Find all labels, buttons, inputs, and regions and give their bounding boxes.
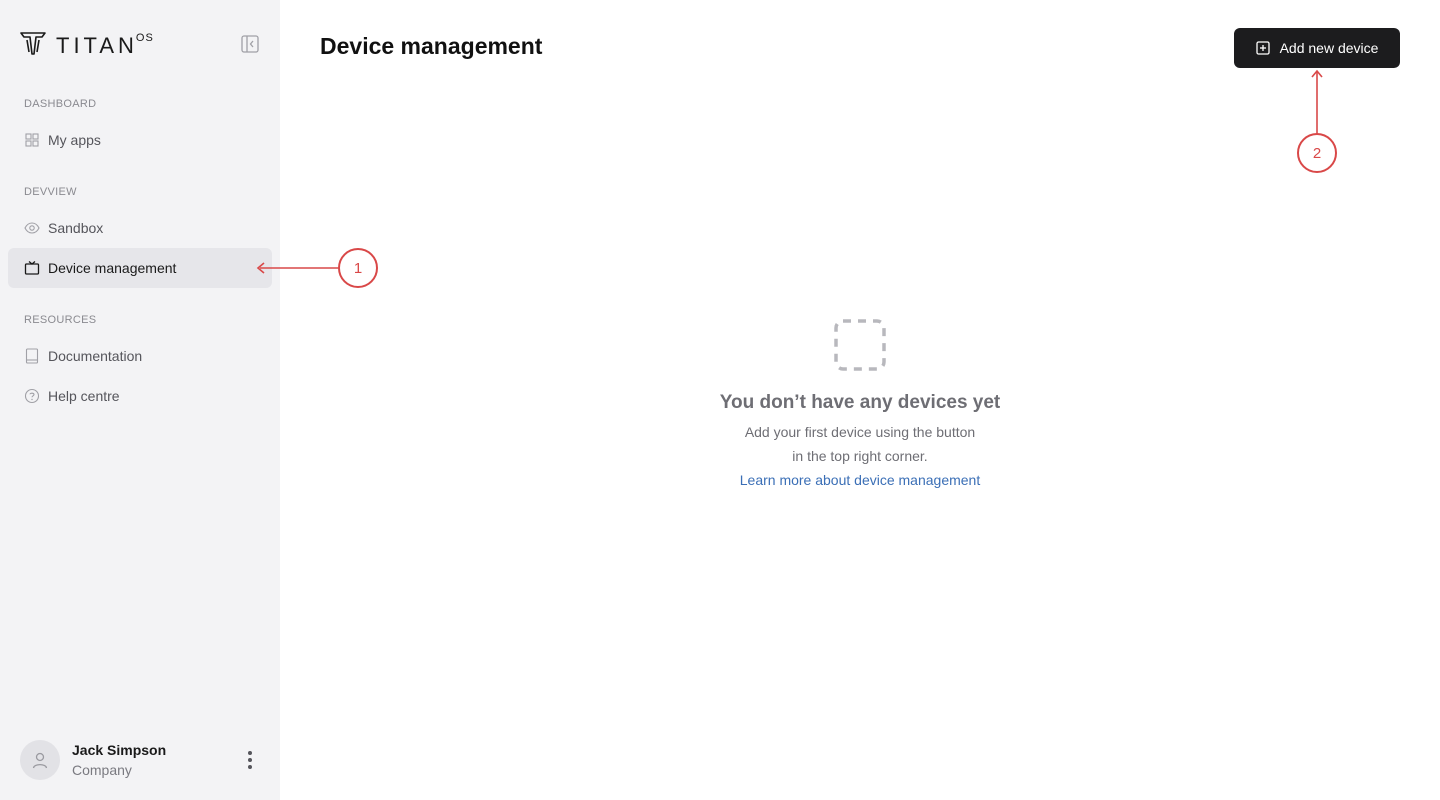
- empty-state-line-1: Add your first device using the button: [744, 424, 976, 440]
- dashed-square-icon: [834, 319, 886, 371]
- sidebar-item-documentation[interactable]: Documentation: [8, 336, 272, 376]
- plus-square-icon: [1255, 41, 1270, 55]
- avatar: [20, 740, 60, 780]
- sidebar: TITAN OS DASHBOARD My apps DEVVIEW Sandb…: [0, 0, 280, 800]
- sidebar-item-label: Help centre: [48, 388, 120, 404]
- grid-icon: [24, 132, 40, 148]
- sidebar-item-device-management[interactable]: Device management: [8, 248, 272, 288]
- empty-state-line-2: in the top right corner.: [792, 448, 928, 464]
- user-profile[interactable]: Jack Simpson Company: [20, 740, 270, 780]
- book-icon: [24, 348, 40, 364]
- sidebar-item-my-apps[interactable]: My apps: [8, 120, 272, 160]
- brand-name: TITAN: [56, 33, 138, 58]
- help-circle-icon: [24, 388, 40, 404]
- empty-state: You don’t have any devices yet Add your …: [560, 318, 1160, 492]
- empty-state-description: Add your first device using the button i…: [560, 420, 1160, 468]
- collapse-sidebar-icon[interactable]: [240, 34, 260, 54]
- user-icon: [32, 752, 48, 769]
- empty-state-heading: You don’t have any devices yet: [719, 392, 1001, 413]
- annotation-marker-1: 1: [338, 248, 378, 288]
- sidebar-item-label: Sandbox: [48, 220, 104, 236]
- page-title: Device management: [320, 33, 543, 59]
- titan-logo-icon: [20, 32, 46, 55]
- section-label-resources: RESOURCES: [24, 314, 97, 326]
- brand-suffix: OS: [135, 32, 154, 44]
- sidebar-item-sandbox[interactable]: Sandbox: [8, 208, 272, 248]
- add-new-device-button[interactable]: Add new device: [1234, 28, 1400, 68]
- section-label-devview: DEVVIEW: [24, 186, 77, 198]
- annotation-arrow-2: [1311, 69, 1323, 134]
- user-name: Jack Simpson: [72, 742, 167, 758]
- more-options-icon[interactable]: [246, 750, 254, 770]
- learn-more-link[interactable]: Learn more about device management: [740, 468, 980, 492]
- add-new-device-label: Add new device: [1279, 40, 1379, 56]
- tv-icon: [24, 260, 40, 276]
- sidebar-item-help-centre[interactable]: Help centre: [8, 376, 272, 416]
- sidebar-item-label: My apps: [48, 132, 101, 148]
- eye-icon: [24, 220, 40, 236]
- sidebar-item-label: Documentation: [48, 348, 143, 364]
- user-company: Company: [72, 762, 132, 778]
- annotation-marker-2: 2: [1297, 133, 1337, 173]
- sidebar-item-label: Device management: [48, 260, 177, 276]
- titan-os-logo[interactable]: TITAN OS: [20, 30, 154, 58]
- section-label-dashboard: DASHBOARD: [24, 98, 97, 110]
